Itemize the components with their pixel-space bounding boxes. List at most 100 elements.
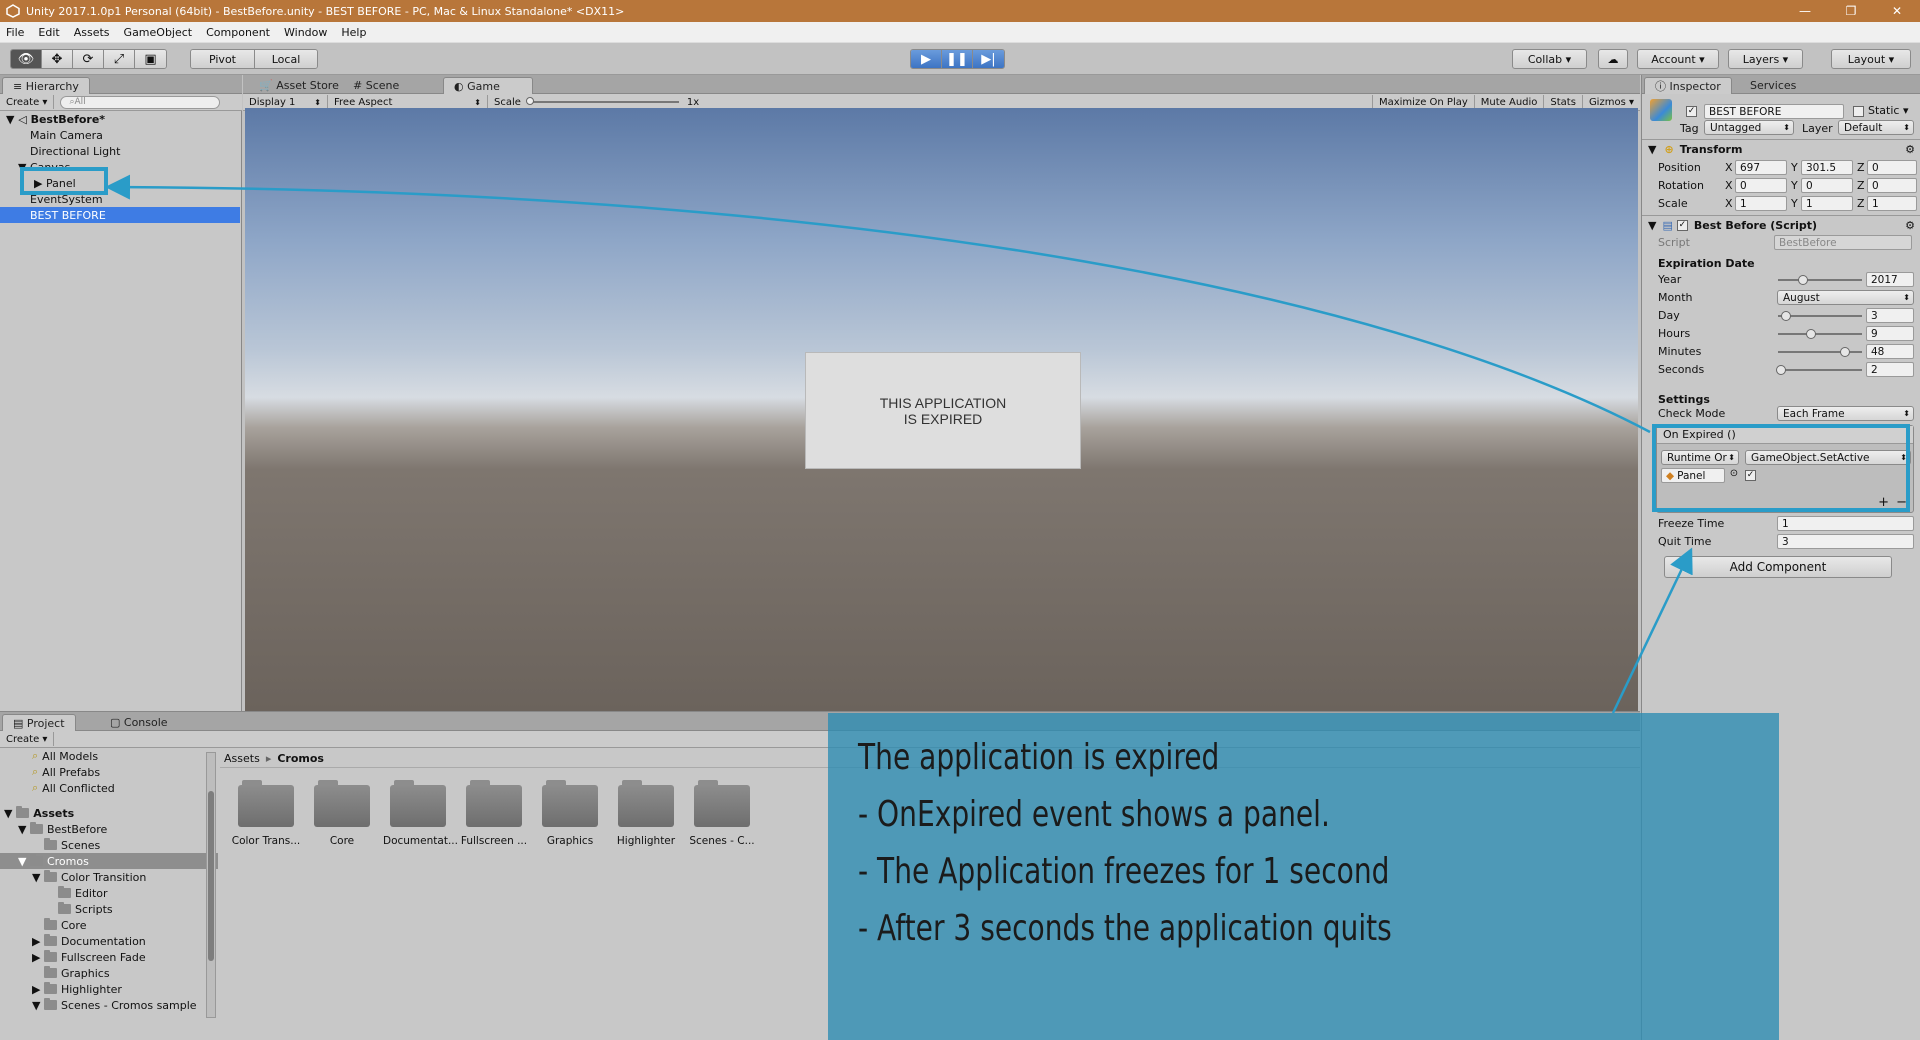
script-reference-field[interactable]: BestBefore	[1774, 235, 1912, 250]
minutes-slider-thumb[interactable]	[1840, 347, 1851, 357]
cloud-icon[interactable]: ☁	[1598, 49, 1628, 69]
favorite-item[interactable]: ⌕ All Conflicted	[32, 780, 115, 796]
maximize-button[interactable]: ❐	[1828, 0, 1874, 22]
script-component-header[interactable]: ▼ ▤ ✓ Best Before (Script) ⚙	[1642, 215, 1920, 235]
tab-asset-store[interactable]: 🛒 Asset Store	[249, 77, 349, 94]
pause-icon[interactable]: ❚❚	[942, 50, 973, 68]
layer-dropdown[interactable]: Default	[1838, 120, 1914, 135]
hierarchy-search-input[interactable]: ⌕ All	[60, 95, 221, 109]
local-button[interactable]: Local	[255, 50, 317, 68]
year-input[interactable]: 2017	[1866, 272, 1914, 287]
menu-gameobject[interactable]: GameObject	[124, 26, 193, 39]
maximize-on-play-toggle[interactable]: Maximize On Play	[1371, 95, 1475, 109]
tree-item[interactable]: Scenes	[44, 837, 100, 853]
play-icon[interactable]: ▶	[911, 50, 942, 68]
tab-game[interactable]: ◐ Game	[443, 77, 533, 94]
freeze-time-input[interactable]: 1	[1777, 516, 1914, 531]
menu-help[interactable]: Help	[341, 26, 366, 39]
folder-tile[interactable]: Highlighter	[611, 780, 681, 847]
project-create-button[interactable]: Create ▾	[0, 732, 55, 746]
hours-input[interactable]: 9	[1866, 326, 1914, 341]
step-icon[interactable]: ▶|	[973, 50, 1004, 68]
scale-tool-icon[interactable]: ⤢	[104, 50, 135, 68]
rotation-y-input[interactable]: 0	[1801, 178, 1853, 193]
folder-tile[interactable]: Documentat...	[383, 780, 458, 847]
static-dropdown[interactable]: Static ▾	[1868, 104, 1908, 117]
scale-slider[interactable]: Scale 1x	[488, 95, 720, 109]
component-enabled-checkbox[interactable]: ✓	[1676, 220, 1688, 231]
tree-item[interactable]: ▼ Scenes - Cromos sample	[32, 997, 197, 1013]
tab-project[interactable]: ▤ Project	[2, 714, 76, 731]
seconds-slider-thumb[interactable]	[1775, 365, 1786, 375]
day-slider-thumb[interactable]	[1781, 311, 1792, 321]
tree-scrollbar[interactable]	[206, 752, 216, 1018]
tree-item[interactable]: ▼ BestBefore	[18, 821, 107, 837]
tree-item[interactable]: Scripts	[58, 901, 113, 917]
rotation-z-input[interactable]: 0	[1867, 178, 1917, 193]
close-button[interactable]: ✕	[1874, 0, 1920, 22]
tag-dropdown[interactable]: Untagged	[1704, 120, 1794, 135]
scale-y-input[interactable]: 1	[1801, 196, 1853, 211]
scene-root[interactable]: ▼ ◁ BestBefore*	[0, 111, 240, 127]
year-slider-thumb[interactable]	[1798, 275, 1809, 285]
settings-gear-icon[interactable]: ⚙	[1905, 143, 1915, 156]
check-mode-dropdown[interactable]: Each Frame	[1777, 406, 1914, 421]
seconds-slider-track[interactable]	[1778, 369, 1862, 371]
hierarchy-item[interactable]: Main Camera	[0, 127, 240, 143]
view-tool-icon[interactable]: 👁	[11, 50, 42, 68]
aspect-select[interactable]: Free Aspect ⬍	[328, 95, 488, 109]
breadcrumb-cromos[interactable]: Cromos	[277, 752, 324, 765]
breadcrumb-assets[interactable]: Assets	[224, 752, 260, 765]
seconds-input[interactable]: 2	[1866, 362, 1914, 377]
tree-item-selected[interactable]: ▼ Cromos	[0, 853, 218, 869]
menu-file[interactable]: File	[6, 26, 24, 39]
tree-item[interactable]: ▶ Documentation	[32, 933, 146, 949]
tree-item[interactable]: ▶ Fullscreen Fade	[32, 949, 146, 965]
tab-scene[interactable]: # Scene	[343, 77, 409, 94]
rotation-x-input[interactable]: 0	[1735, 178, 1787, 193]
quit-time-input[interactable]: 3	[1777, 534, 1914, 549]
folder-tile[interactable]: Color Trans...	[231, 780, 301, 847]
minimize-button[interactable]: —	[1782, 0, 1828, 22]
position-x-input[interactable]: 697	[1735, 160, 1787, 175]
active-checkbox[interactable]: ✓	[1686, 106, 1697, 117]
tab-services[interactable]: Services	[1740, 77, 1806, 94]
move-tool-icon[interactable]: ✥	[42, 50, 73, 68]
position-z-input[interactable]: 0	[1867, 160, 1917, 175]
hierarchy-create-button[interactable]: Create ▾	[0, 95, 55, 109]
tree-item[interactable]: Graphics	[44, 965, 110, 981]
day-input[interactable]: 3	[1866, 308, 1914, 323]
gizmos-button[interactable]: Gizmos ▾	[1583, 95, 1640, 109]
hours-slider-thumb[interactable]	[1805, 329, 1816, 339]
account-button[interactable]: Account ▾	[1637, 49, 1719, 69]
tree-item[interactable]: Editor	[58, 885, 108, 901]
tree-scrollbar-thumb[interactable]	[208, 791, 214, 961]
tree-item[interactable]: ▶ Highlighter	[32, 981, 122, 997]
menu-window[interactable]: Window	[284, 26, 327, 39]
rotate-tool-icon[interactable]: ⟳	[73, 50, 104, 68]
pivot-button[interactable]: Pivot	[191, 50, 255, 68]
tab-inspector[interactable]: ⓘ Inspector	[1644, 77, 1732, 94]
object-name-input[interactable]: BEST BEFORE	[1704, 104, 1844, 119]
tree-item-assets[interactable]: ▼ Assets	[4, 805, 74, 821]
tree-item[interactable]: ▼ Color Transition	[32, 869, 146, 885]
menu-edit[interactable]: Edit	[38, 26, 59, 39]
static-checkbox[interactable]	[1853, 106, 1864, 117]
scale-z-input[interactable]: 1	[1867, 196, 1917, 211]
menu-assets[interactable]: Assets	[74, 26, 110, 39]
favorite-item[interactable]: ⌕ All Prefabs	[32, 764, 100, 780]
folder-tile[interactable]: Core	[307, 780, 377, 847]
add-component-button[interactable]: Add Component	[1664, 556, 1892, 578]
folder-tile[interactable]: Scenes - C...	[687, 780, 757, 847]
hours-slider-track[interactable]	[1778, 333, 1862, 335]
folder-tile[interactable]: Fullscreen ...	[459, 780, 529, 847]
position-y-input[interactable]: 301.5	[1801, 160, 1853, 175]
tree-item[interactable]: Core	[44, 917, 86, 933]
favorite-item[interactable]: ⌕ All Models	[32, 748, 98, 764]
hierarchy-item-selected[interactable]: BEST BEFORE	[0, 207, 240, 223]
hierarchy-item[interactable]: Directional Light	[0, 143, 240, 159]
menu-component[interactable]: Component	[206, 26, 270, 39]
tab-console[interactable]: ▢ Console	[100, 714, 178, 731]
collab-button[interactable]: Collab ▾	[1512, 49, 1587, 69]
layers-button[interactable]: Layers ▾	[1728, 49, 1803, 69]
